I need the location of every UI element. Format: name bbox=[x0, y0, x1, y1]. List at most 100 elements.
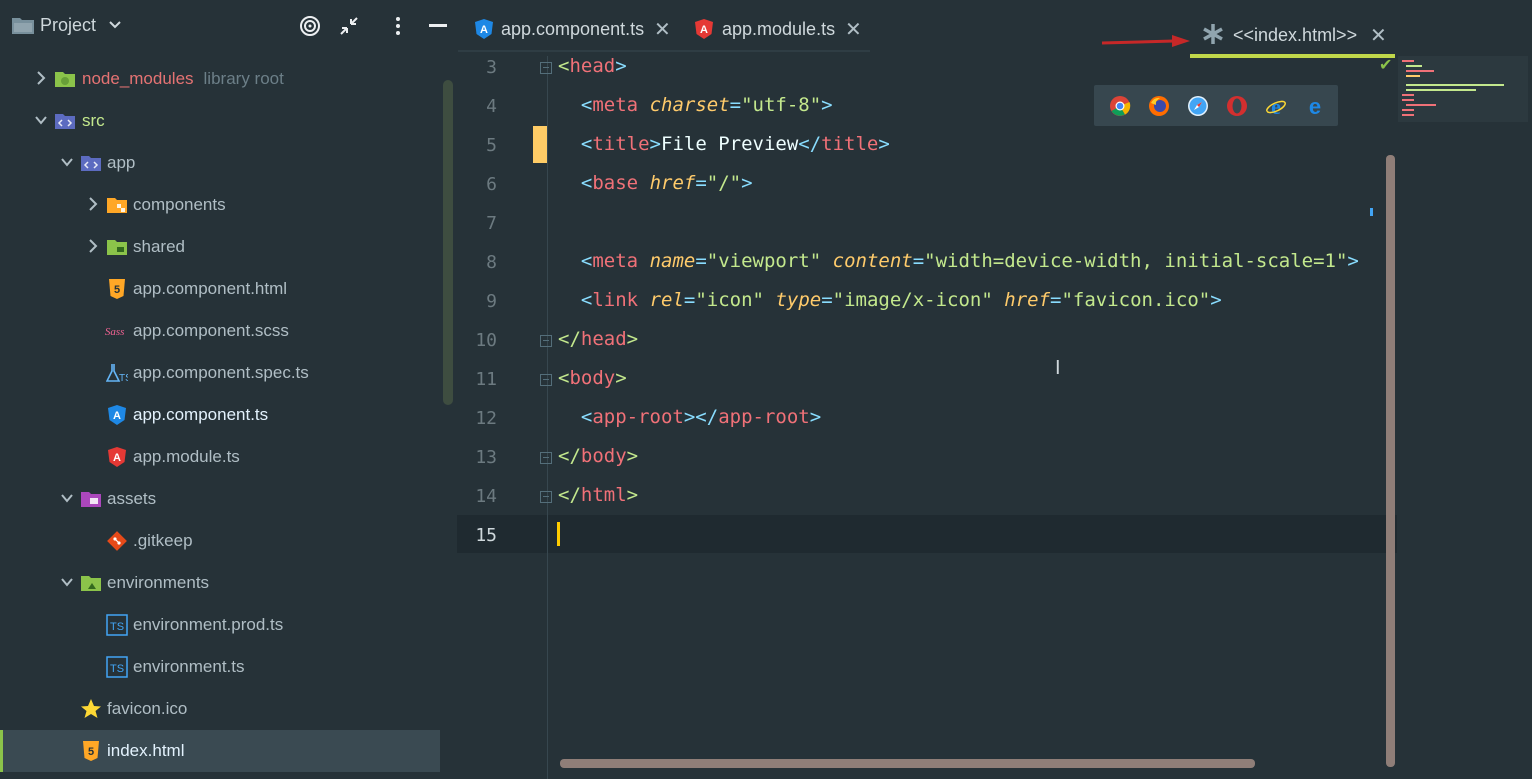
tree-item-environment-prod-ts[interactable]: TS environment.prod.ts bbox=[0, 604, 440, 646]
firefox-icon[interactable] bbox=[1148, 95, 1170, 117]
svg-text:5: 5 bbox=[88, 746, 94, 758]
code-line: <title>File Preview</title> bbox=[580, 133, 890, 155]
line-number: 11 bbox=[475, 369, 497, 390]
line-number: 4 bbox=[486, 96, 497, 117]
tab-app-component-ts[interactable]: A app.component.ts ✕ bbox=[470, 0, 680, 56]
tab-label: app.module.ts bbox=[722, 19, 836, 39]
tree-item-assets[interactable]: assets bbox=[0, 478, 440, 520]
angular-blue-icon: A bbox=[108, 405, 126, 425]
fold-marker-icon[interactable] bbox=[540, 374, 552, 386]
editor-horizontal-scrollbar[interactable] bbox=[560, 759, 1255, 768]
tree-item-components[interactable]: components bbox=[0, 184, 440, 226]
tree-item-environments[interactable]: environments bbox=[0, 562, 440, 604]
angular-red-icon: A bbox=[108, 447, 126, 467]
project-panel-header: Project bbox=[0, 0, 457, 50]
tree-item-label: assets bbox=[107, 489, 157, 508]
close-icon[interactable]: ✕ bbox=[1370, 23, 1387, 48]
chevron-right-icon[interactable] bbox=[86, 237, 100, 255]
app-folder-icon bbox=[81, 156, 101, 171]
shared-folder-icon bbox=[107, 240, 127, 255]
environments-folder-icon bbox=[81, 576, 101, 591]
tree-item-label: app.component.html bbox=[133, 279, 288, 298]
tree-item-shared[interactable]: shared bbox=[0, 226, 440, 268]
ie-icon[interactable]: e bbox=[1265, 95, 1287, 117]
svg-text:Sass: Sass bbox=[105, 326, 125, 338]
chevron-down-icon[interactable] bbox=[60, 153, 74, 171]
tree-item-app-component-scss[interactable]: Sass app.component.scss bbox=[0, 310, 440, 352]
tree-item-favicon[interactable]: favicon.ico bbox=[0, 688, 440, 730]
code-line: </head> bbox=[558, 328, 639, 350]
tree-item-label: environment.prod.ts bbox=[133, 615, 284, 634]
line-number: 10 bbox=[475, 330, 497, 351]
fold-marker-icon[interactable] bbox=[540, 335, 552, 347]
tree-item-src[interactable]: src bbox=[0, 100, 440, 142]
checkmark-icon: ✔ bbox=[1379, 57, 1393, 74]
typescript-icon: TS bbox=[106, 614, 128, 636]
svg-text:TS: TS bbox=[110, 621, 124, 633]
chevron-down-icon[interactable] bbox=[34, 111, 48, 129]
src-folder-icon bbox=[55, 114, 75, 129]
tree-item-app[interactable]: app bbox=[0, 142, 440, 184]
library-root-label: library root bbox=[203, 69, 284, 88]
tree-item-index-html[interactable]: 5 index.html bbox=[0, 730, 440, 772]
fold-marker-icon[interactable] bbox=[540, 452, 552, 464]
svg-text:A: A bbox=[480, 24, 488, 36]
tree-item-label: favicon.ico bbox=[107, 699, 188, 718]
close-icon[interactable]: ✕ bbox=[654, 17, 671, 42]
change-marker bbox=[533, 126, 547, 163]
svg-text:TS: TS bbox=[110, 663, 124, 675]
code-minimap[interactable] bbox=[1398, 56, 1528, 122]
tree-item-label: .gitkeep bbox=[133, 531, 193, 550]
line-number: 7 bbox=[486, 213, 497, 234]
svg-text:5: 5 bbox=[114, 284, 120, 296]
code-line: <body> bbox=[558, 367, 627, 389]
tree-item-node-modules[interactable]: node_modules library root bbox=[0, 58, 440, 100]
chevron-down-icon[interactable] bbox=[108, 19, 122, 31]
git-icon bbox=[107, 531, 127, 551]
svg-text:A: A bbox=[700, 24, 708, 36]
asterisk-icon bbox=[1203, 24, 1223, 44]
tree-item-app-module-ts[interactable]: A app.module.ts bbox=[0, 436, 440, 478]
editor-vertical-scrollbar[interactable] bbox=[1386, 155, 1395, 767]
tree-item-label: app.component.scss bbox=[133, 321, 289, 340]
chevron-down-icon[interactable] bbox=[60, 573, 74, 591]
collapse-all-icon[interactable] bbox=[338, 15, 360, 37]
tree-item-label: index.html bbox=[107, 741, 185, 760]
tree-item-gitkeep[interactable]: .gitkeep bbox=[0, 520, 440, 562]
locate-target-icon[interactable] bbox=[299, 15, 321, 37]
tab-app-module-ts[interactable]: A app.module.ts ✕ bbox=[692, 0, 872, 56]
code-line: </body> bbox=[558, 445, 639, 467]
tree-scrollbar[interactable] bbox=[443, 80, 453, 405]
gutter-separator bbox=[547, 56, 548, 779]
tree-item-label: src bbox=[82, 111, 105, 130]
chevron-right-icon[interactable] bbox=[34, 69, 48, 87]
i-beam-cursor-icon: I bbox=[1055, 357, 1061, 379]
tree-item-label: node_modules library root bbox=[82, 69, 284, 88]
edge-icon[interactable]: e bbox=[1304, 95, 1326, 117]
chevron-down-icon[interactable] bbox=[60, 489, 74, 507]
tree-item-environment-ts[interactable]: TS environment.ts bbox=[0, 646, 440, 688]
safari-icon[interactable] bbox=[1187, 95, 1209, 117]
opera-icon[interactable] bbox=[1226, 95, 1248, 117]
project-folder-icon bbox=[12, 18, 34, 34]
code-line: <head> bbox=[558, 55, 627, 77]
line-number: 14 bbox=[475, 486, 497, 507]
svg-text:A: A bbox=[113, 410, 121, 422]
project-panel-title[interactable]: Project bbox=[40, 15, 96, 36]
minimize-icon[interactable] bbox=[428, 15, 448, 37]
tree-item-app-component-spec-ts[interactable]: TS app.component.spec.ts bbox=[0, 352, 440, 394]
close-icon[interactable]: ✕ bbox=[845, 17, 862, 42]
chrome-icon[interactable] bbox=[1109, 95, 1131, 117]
tree-item-app-component-ts[interactable]: A app.component.ts bbox=[0, 394, 440, 436]
red-arrow-annotation-icon bbox=[1101, 35, 1190, 47]
more-options-icon[interactable] bbox=[392, 15, 404, 37]
chevron-right-icon[interactable] bbox=[86, 195, 100, 213]
tree-item-app-component-html[interactable]: 5 app.component.html bbox=[0, 268, 440, 310]
tree-item-label: shared bbox=[133, 237, 185, 256]
svg-text:TS: TS bbox=[119, 373, 128, 384]
line-number: 8 bbox=[486, 252, 497, 273]
tree-item-label: environments bbox=[107, 573, 210, 592]
fold-marker-icon[interactable] bbox=[540, 62, 552, 74]
tab-index-html[interactable]: <<index.html>> ✕ bbox=[1200, 0, 1395, 56]
fold-marker-icon[interactable] bbox=[540, 491, 552, 503]
